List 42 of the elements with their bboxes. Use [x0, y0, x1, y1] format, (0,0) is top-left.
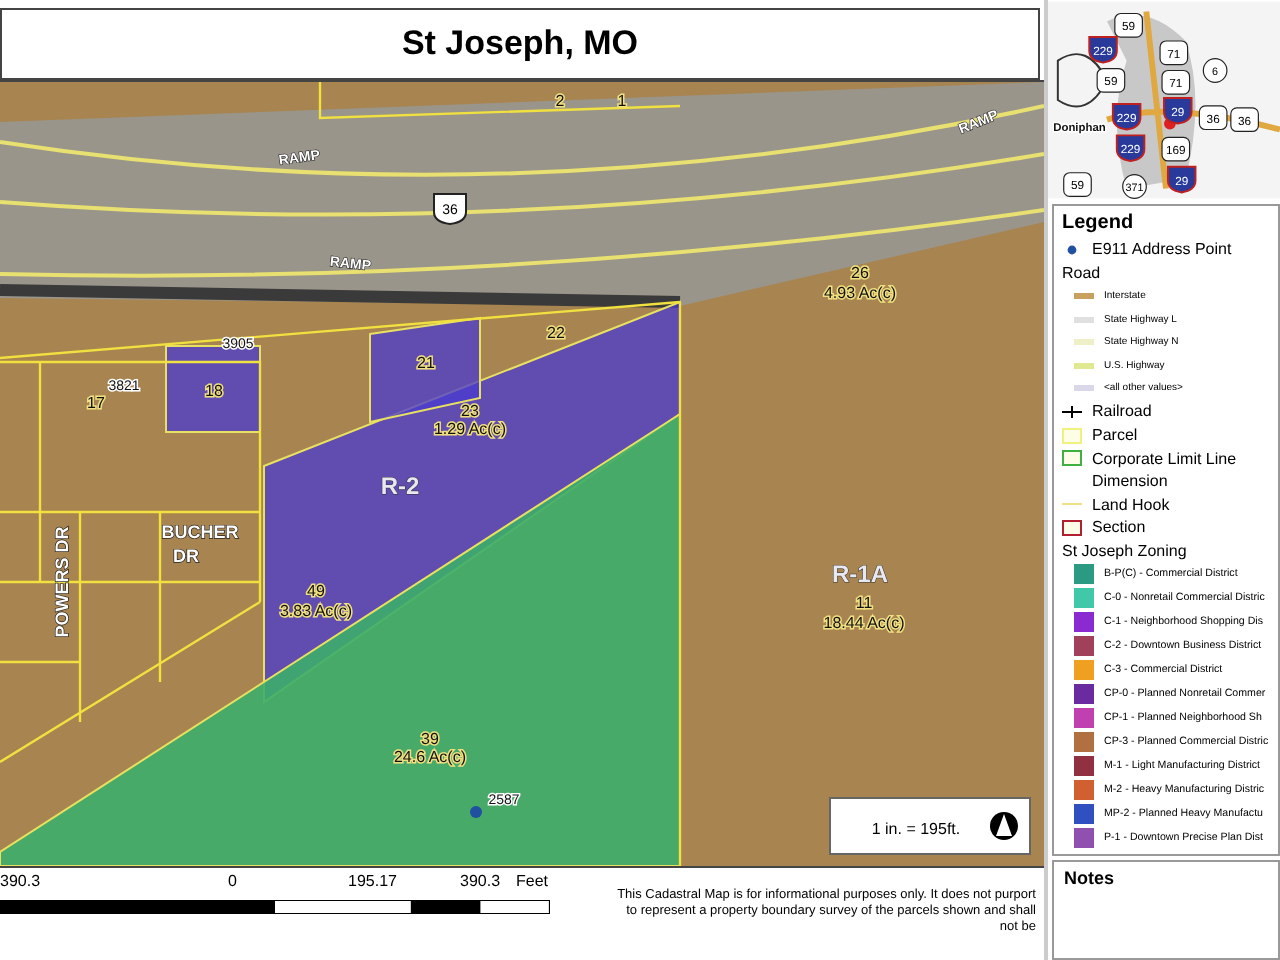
- parcel-label: 22: [547, 324, 565, 342]
- parcel-label: 4.93 Ac(c): [824, 284, 896, 302]
- legend-label: Railroad: [1092, 402, 1152, 421]
- address-point-icon: [470, 806, 482, 818]
- parcel-label: 49: [307, 582, 325, 600]
- scale-tick-label: 390.3: [460, 872, 501, 890]
- legend-label: Land Hook: [1092, 495, 1170, 514]
- parcel-label: 26: [851, 264, 869, 282]
- railroad-icon: [1062, 403, 1082, 420]
- legend-title: Legend: [1062, 212, 1136, 234]
- zone-label: R-2: [380, 472, 420, 500]
- parcel-label: 2: [555, 92, 565, 110]
- parcel-label: 23: [461, 402, 479, 420]
- parcel-label: 17: [87, 394, 105, 412]
- scale-note: 1 in. = 195ft.: [871, 820, 961, 838]
- parcel-label: 1: [617, 92, 627, 110]
- parcel-label: 11: [855, 594, 873, 612]
- scale-tick-label: 390.3: [0, 872, 41, 890]
- legend-label: Dimension: [1092, 472, 1168, 491]
- legend-label: Parcel: [1092, 426, 1138, 445]
- parcel-label: 39: [421, 730, 439, 748]
- legend-label: E911 Address Point: [1092, 240, 1232, 259]
- zone-label: R-1A: [832, 560, 888, 588]
- legend-label: Section: [1092, 518, 1146, 537]
- parcel-label: 21: [417, 354, 435, 372]
- scale-tick-label: 0: [228, 872, 237, 890]
- north-arrow-icon: [990, 812, 1018, 840]
- parcel-label: 18: [205, 382, 223, 400]
- scale-tick-label: 195.17: [348, 872, 397, 890]
- street-label: DR: [173, 546, 199, 566]
- parcel-label: 3.83 Ac(c): [280, 602, 352, 620]
- legend-label: Road: [1062, 263, 1101, 282]
- legend-label: St Joseph Zoning: [1062, 542, 1187, 561]
- street-label: BUCHER: [161, 522, 239, 542]
- parcel-label: 1.29 Ac(c): [434, 420, 506, 438]
- scale-unit: Feet: [516, 872, 549, 890]
- street-label: POWERS DR: [52, 526, 72, 638]
- map-title: St Joseph, MO: [0, 8, 1040, 80]
- parcel-label: 24.6 Ac(c): [394, 748, 466, 766]
- notes-title: Notes: [1064, 868, 1117, 888]
- legend-label: Corporate Limit Line: [1092, 449, 1237, 468]
- parcel-label: 18.44 Ac(c): [823, 614, 905, 632]
